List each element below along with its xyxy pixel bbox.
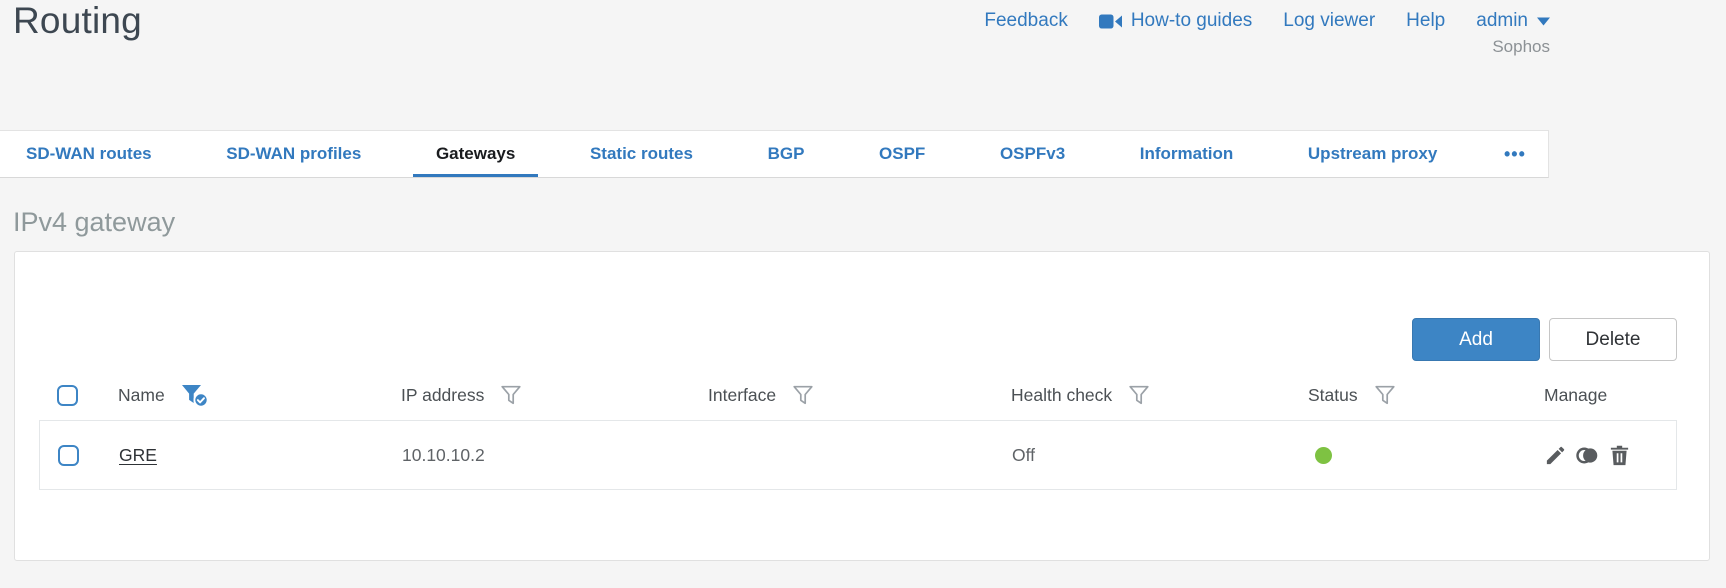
filter-icon[interactable]	[1373, 384, 1397, 407]
table-body: GRE 10.10.10.2 Off	[39, 420, 1677, 490]
cell-health-check: Off	[1012, 444, 1036, 465]
row-checkbox[interactable]	[58, 444, 79, 466]
admin-menu[interactable]: admin	[1476, 10, 1550, 32]
page-header: Routing Feedback How-to guides Log viewe…	[0, 0, 1726, 130]
tab-more-menu[interactable]: •••	[1486, 131, 1544, 177]
edit-icon[interactable]	[1544, 444, 1567, 467]
cell-manage	[1528, 444, 1676, 467]
column-header-manage: Manage	[1544, 384, 1608, 405]
clone-icon[interactable]	[1576, 444, 1599, 467]
status-up-dot	[1315, 446, 1332, 464]
tab-gateways[interactable]: Gateways	[410, 131, 541, 177]
video-icon	[1098, 13, 1122, 30]
caret-down-icon	[1537, 17, 1550, 26]
column-header-health-check: Health check	[994, 384, 1291, 407]
cell-name: GRE	[102, 445, 385, 466]
column-header-status: Status	[1291, 384, 1527, 407]
cell-status	[1292, 446, 1528, 464]
feedback-link[interactable]: Feedback	[984, 10, 1067, 32]
column-header-name: Name	[101, 383, 384, 408]
tab-bar: SD-WAN routes SD-WAN profiles Gateways S…	[0, 130, 1549, 178]
tab-static-routes[interactable]: Static routes	[564, 131, 719, 177]
row-select-cell	[40, 444, 102, 466]
tab-upstream-proxy[interactable]: Upstream proxy	[1282, 131, 1463, 177]
section-title: IPv4 gateway	[13, 207, 176, 237]
select-all-checkbox[interactable]	[57, 384, 78, 406]
add-button[interactable]: Add	[1412, 318, 1540, 361]
tab-ospf[interactable]: OSPF	[853, 131, 951, 177]
filter-icon[interactable]	[1127, 384, 1151, 407]
tab-sd-wan-profiles[interactable]: SD-WAN profiles	[200, 131, 387, 177]
header-right: Feedback How-to guides Log viewer Help a…	[984, 10, 1550, 57]
column-header-ip-address: IP address	[384, 384, 691, 407]
help-link[interactable]: Help	[1406, 10, 1445, 32]
column-header-interface: Interface	[691, 384, 994, 407]
log-viewer-link[interactable]: Log viewer	[1283, 10, 1375, 32]
tab-information[interactable]: Information	[1114, 131, 1260, 177]
tab-ospfv3[interactable]: OSPFv3	[974, 131, 1091, 177]
how-to-guides-link[interactable]: How-to guides	[1098, 10, 1252, 32]
delete-icon[interactable]	[1608, 444, 1631, 467]
brand-label: Sophos	[1492, 37, 1550, 56]
delete-button[interactable]: Delete	[1549, 318, 1677, 361]
table-toolbar: Add Delete	[39, 318, 1677, 361]
page-title: Routing	[13, 0, 142, 41]
tab-bgp[interactable]: BGP	[742, 131, 831, 177]
table-header-row: Name IP address Interface Health check S…	[39, 370, 1677, 420]
gateway-card: Add Delete Name IP address Interface Hea…	[14, 251, 1710, 561]
cell-ip-address: 10.10.10.2	[402, 444, 485, 465]
table-row: GRE 10.10.10.2 Off	[40, 421, 1676, 489]
tab-sd-wan-routes[interactable]: SD-WAN routes	[0, 131, 178, 177]
header-links: Feedback How-to guides Log viewer Help a…	[984, 10, 1550, 32]
filter-icon[interactable]	[499, 384, 523, 407]
select-all-cell	[39, 384, 101, 406]
filter-icon[interactable]	[791, 384, 815, 407]
gateway-name-link[interactable]: GRE	[119, 445, 157, 465]
filter-active-icon[interactable]	[180, 383, 209, 408]
